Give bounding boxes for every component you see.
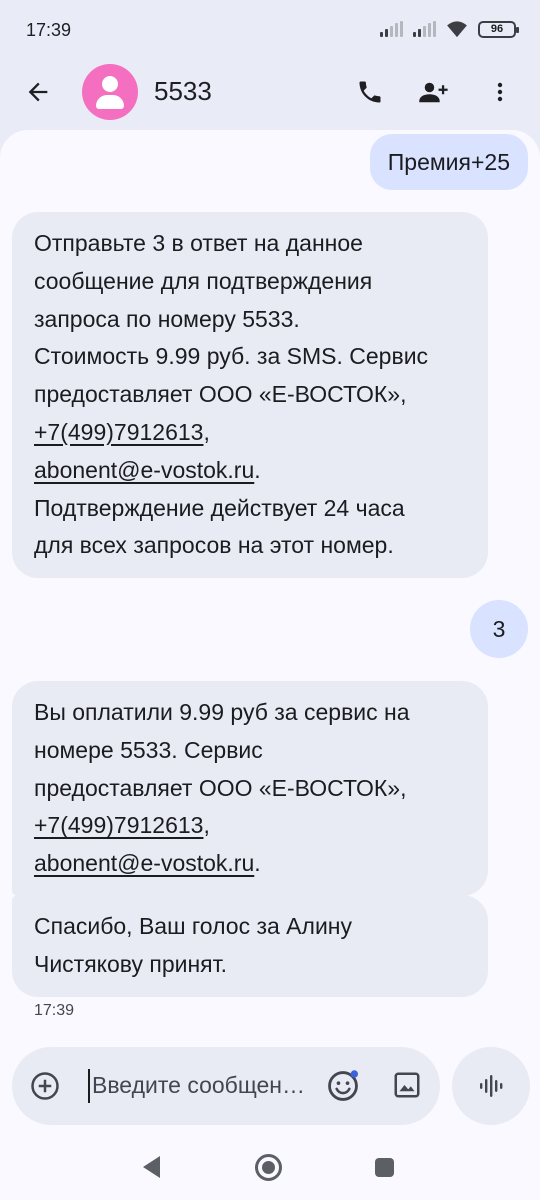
message-line: сообщение для подтверждения — [34, 267, 373, 294]
add-contact-button[interactable] — [416, 74, 452, 110]
phone-icon — [359, 81, 381, 103]
message-line: Чистякову принят. — [34, 950, 228, 977]
battery-icon: 96 — [478, 20, 519, 38]
compose-bar: Введите сообщен… — [12, 1047, 440, 1125]
message-timestamp: 17:39 — [34, 1002, 75, 1019]
message-line: Подтверждение действует 24 часа — [34, 494, 405, 521]
message-line-phone: +7(499)7912613, — [34, 418, 210, 445]
phone-link[interactable]: +7(499)7912613 — [34, 419, 203, 445]
message-line-email: abonent@e-vostok.ru. — [34, 456, 261, 483]
message-line-phone: +7(499)7912613, — [34, 812, 210, 839]
message-line-email: abonent@e-vostok.ru. — [34, 850, 261, 877]
message-line: номере 5533. Сервис — [34, 736, 263, 763]
message-line: запроса по номеру 5533. — [34, 305, 300, 332]
email-link[interactable]: abonent@e-vostok.ru — [34, 457, 254, 483]
outgoing-message[interactable]: Премия+25 — [369, 134, 528, 190]
nav-recents-icon[interactable] — [375, 1158, 394, 1177]
voice-icon — [480, 1075, 503, 1097]
message-input[interactable]: Введите сообщен… — [92, 1072, 305, 1099]
message-text: Премия+25 — [387, 148, 510, 175]
image-icon[interactable] — [392, 1069, 422, 1101]
message-line: Вы оплатили 9.99 руб за сервис на — [34, 699, 410, 725]
voice-message-button[interactable] — [452, 1047, 530, 1125]
status-icons: 96 — [380, 20, 519, 38]
email-link[interactable]: abonent@e-vostok.ru — [34, 850, 254, 876]
contact-name[interactable]: 5533 — [154, 76, 212, 107]
status-time: 17:39 — [26, 20, 72, 40]
message-line: предоставляет ООО «Е-ВОСТОК», — [34, 381, 407, 408]
more-options-button[interactable] — [482, 74, 518, 110]
add-person-icon — [419, 82, 448, 103]
message-line: Спасибо, Ваш голос за Алину — [34, 913, 352, 939]
wifi-icon — [447, 21, 467, 38]
message-line: для всех запросов на этот номер. — [34, 532, 394, 559]
nav-back-icon[interactable] — [140, 1154, 162, 1180]
signal-icon — [413, 21, 436, 37]
more-vert-icon — [497, 82, 503, 102]
message-line: предоставляет ООО «Е-ВОСТОК», — [34, 774, 407, 801]
battery-level: 96 — [490, 22, 504, 35]
status-bar: 17:39 96 — [0, 0, 540, 62]
emoji-icon[interactable] — [326, 1069, 360, 1103]
incoming-message[interactable]: Спасибо, Ваш голос за Алину Чистякову пр… — [12, 895, 488, 997]
outgoing-message[interactable]: 3 — [470, 600, 528, 658]
incoming-message[interactable]: Вы оплатили 9.99 руб за сервис на номере… — [12, 681, 488, 896]
add-icon[interactable] — [30, 1071, 60, 1101]
message-text: 3 — [492, 615, 506, 642]
message-line: Стоимость 9.99 руб. за SMS. Сервис — [34, 343, 429, 370]
call-button[interactable] — [352, 74, 388, 110]
avatar[interactable] — [82, 64, 138, 120]
signal-icon — [380, 21, 403, 37]
incoming-message[interactable]: Отправьте 3 в ответ на данное сообщение … — [12, 212, 488, 579]
text-cursor — [88, 1069, 90, 1103]
nav-home-icon[interactable] — [255, 1154, 282, 1181]
phone-link[interactable]: +7(499)7912613 — [34, 812, 203, 838]
back-button[interactable] — [20, 74, 56, 110]
app-bar: 5533 — [0, 62, 540, 122]
message-line: Отправьте 3 в ответ на данное — [34, 230, 363, 256]
back-arrow-icon — [28, 82, 48, 102]
